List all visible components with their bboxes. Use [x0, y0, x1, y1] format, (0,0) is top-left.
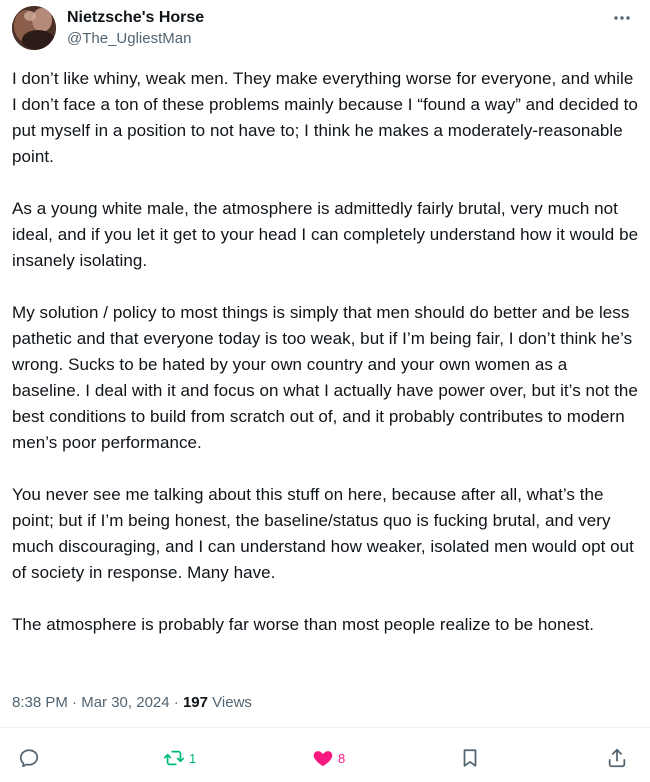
user-handle[interactable]: @The_UgliestMan [67, 29, 204, 49]
bookmark-button[interactable] [459, 740, 481, 776]
tweet-paragraph: The atmosphere is probably far worse tha… [12, 615, 595, 634]
views-count: 197 [182, 694, 208, 711]
share-icon [608, 748, 626, 768]
retweet-count: 1 [189, 750, 197, 766]
tweet-meta: 8:38 PM · Mar 30, 2024 · 197 Views [12, 693, 252, 713]
bookmark-icon [463, 749, 477, 767]
avatar[interactable] [12, 6, 56, 50]
reply-button[interactable] [18, 740, 40, 776]
tweet-paragraph: As a young white male, the atmosphere is… [12, 199, 639, 270]
tweet-header: Nietzsche's Horse @The_UgliestMan [12, 6, 638, 54]
more-dots-icon [614, 16, 630, 20]
clipped-top-edge [0, 0, 650, 3]
avatar-image [12, 6, 56, 50]
like-count: 8 [338, 750, 346, 766]
tweet-date[interactable]: Mar 30, 2024 [81, 694, 169, 711]
display-name[interactable]: Nietzsche's Horse [67, 8, 204, 28]
views-label: Views [212, 694, 252, 711]
tweet-text: I don’t like whiny, weak men. They make … [12, 66, 640, 638]
meta-separator: · [72, 694, 78, 711]
tweet-paragraph: You never see me talking about this stuf… [12, 485, 634, 582]
like-button[interactable]: 8 [312, 740, 345, 776]
share-button[interactable] [606, 740, 628, 776]
tweet-paragraph: My solution / policy to most things is s… [12, 303, 638, 452]
tweet-paragraph: I don’t like whiny, weak men. They make … [12, 69, 638, 166]
tweet-time[interactable]: 8:38 PM [12, 694, 68, 711]
heart-filled-icon [313, 751, 333, 767]
user-identity: Nietzsche's Horse @The_UgliestMan [67, 8, 204, 49]
divider [0, 727, 650, 728]
action-bar: 1 8 [0, 740, 650, 776]
reply-icon [19, 749, 39, 768]
retweet-icon [163, 750, 185, 766]
retweet-button[interactable]: 1 [163, 740, 196, 776]
meta-separator: · [173, 694, 179, 711]
more-options-button[interactable] [610, 8, 634, 28]
